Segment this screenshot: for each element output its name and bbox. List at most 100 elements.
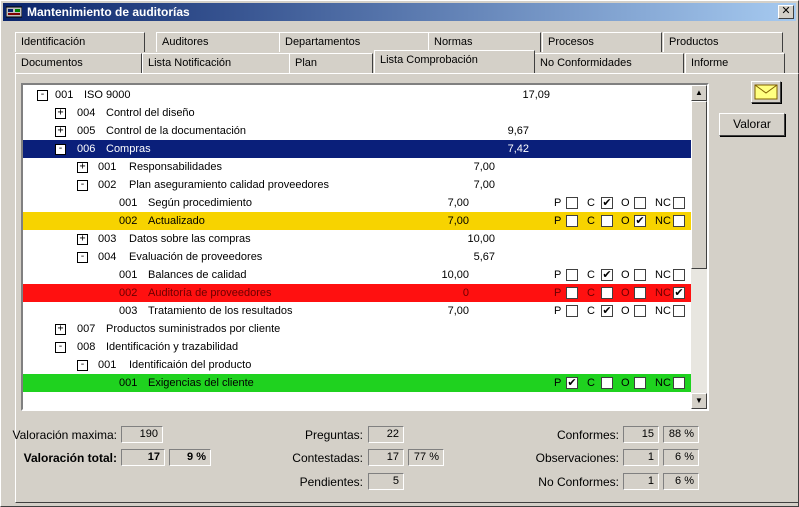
expand-icon[interactable]: +: [55, 108, 66, 119]
check-label-o: O: [621, 305, 630, 317]
checkbox-o[interactable]: [634, 305, 646, 317]
row-label: Responsabilidades: [129, 161, 222, 173]
check-label-o: O: [621, 215, 630, 227]
valoracion-total-value: 17: [121, 449, 165, 466]
tab-identificacion[interactable]: Identificación: [15, 32, 145, 52]
expand-icon[interactable]: +: [77, 234, 88, 245]
checkbox-c[interactable]: [601, 215, 613, 227]
checkbox-nc[interactable]: ✔: [673, 287, 685, 299]
check-label-c: C: [587, 215, 595, 227]
scroll-down-button[interactable]: ▼: [691, 393, 707, 409]
expand-icon[interactable]: +: [55, 126, 66, 137]
tree-row[interactable]: +007 Productos suministrados por cliente: [23, 320, 695, 338]
checkbox-p[interactable]: [566, 305, 578, 317]
check-label-p: P: [554, 269, 562, 281]
checkbox-p[interactable]: [566, 287, 578, 299]
checklist-tree[interactable]: -001 ISO 9000 17,09 +004 Control del diseño +…: [21, 83, 709, 411]
row-score: 7,00: [447, 197, 469, 209]
row-score: 17,09: [522, 89, 550, 101]
close-button[interactable]: ✕: [778, 5, 794, 19]
vertical-scrollbar[interactable]: ▲ ▼: [691, 85, 707, 409]
checkbox-o[interactable]: [634, 287, 646, 299]
checkbox-c[interactable]: ✔: [601, 305, 613, 317]
collapse-icon[interactable]: -: [37, 90, 48, 101]
collapse-icon[interactable]: -: [77, 360, 88, 371]
tree-row[interactable]: -001 Identificaión del producto: [23, 356, 695, 374]
tab-productos[interactable]: Productos: [663, 32, 783, 52]
row-label: Productos suministrados por cliente: [106, 323, 281, 335]
checkbox-c[interactable]: [601, 377, 613, 389]
valorar-button[interactable]: Valorar: [719, 113, 785, 136]
checkbox-p[interactable]: [566, 197, 578, 209]
tab-normas[interactable]: Normas: [428, 32, 541, 52]
tab-departamentos[interactable]: Departamentos: [279, 32, 429, 52]
checkbox-p[interactable]: ✔: [566, 377, 578, 389]
row-code: 002: [98, 179, 117, 191]
checkbox-o[interactable]: [634, 269, 646, 281]
tree-content: -001 ISO 9000 17,09 +004 Control del diseño +…: [23, 85, 695, 409]
tree-row[interactable]: -006 Compras 7,42: [23, 140, 695, 158]
observaciones-percent: 6 %: [663, 449, 699, 466]
row-label: Balances de calidad: [148, 269, 247, 281]
valoracion-maxima-value: 190: [121, 426, 163, 443]
tree-row[interactable]: -002 Plan aseguramiento calidad proveedor…: [23, 176, 695, 194]
tree-row[interactable]: 002 Actualizado 7,00 P C O ✔ NC: [23, 212, 695, 230]
mail-button[interactable]: [751, 81, 781, 103]
check-label-nc: NC: [655, 377, 671, 389]
row-code: 001: [98, 359, 117, 371]
tree-row[interactable]: -008 Identificación y trazabilidad: [23, 338, 695, 356]
preguntas-label: Preguntas:: [304, 428, 363, 442]
tab-plan[interactable]: Plan: [289, 53, 373, 73]
expand-icon[interactable]: +: [55, 324, 66, 335]
checkbox-nc[interactable]: [673, 197, 685, 209]
checkbox-nc[interactable]: [673, 269, 685, 281]
check-label-nc: NC: [655, 215, 671, 227]
tree-row[interactable]: +001 Responsabilidades 7,00: [23, 158, 695, 176]
checkbox-p[interactable]: [566, 269, 578, 281]
check-label-o: O: [621, 377, 630, 389]
pendientes-label: Pendientes:: [299, 475, 363, 489]
collapse-icon[interactable]: -: [77, 180, 88, 191]
checkbox-c[interactable]: ✔: [601, 269, 613, 281]
collapse-icon[interactable]: -: [55, 342, 66, 353]
checkbox-o[interactable]: [634, 197, 646, 209]
observaciones-label: Observaciones:: [535, 451, 619, 465]
expand-icon[interactable]: +: [77, 162, 88, 173]
contestadas-percent: 77 %: [408, 449, 444, 466]
tree-row[interactable]: 001 Según procedimiento 7,00 P C ✔ O NC: [23, 194, 695, 212]
checkbox-nc[interactable]: [673, 377, 685, 389]
checkbox-p[interactable]: [566, 215, 578, 227]
check-label-p: P: [554, 287, 562, 299]
tree-row[interactable]: +005 Control de la documentación 9,67: [23, 122, 695, 140]
tab-lista-comprobacion[interactable]: Lista Comprobación: [374, 50, 535, 73]
checkbox-c[interactable]: ✔: [601, 197, 613, 209]
tree-row[interactable]: 001 Exigencias del cliente P ✔ C O NC: [23, 374, 695, 392]
tab-documentos[interactable]: Documentos: [15, 53, 142, 73]
scroll-up-button[interactable]: ▲: [691, 85, 707, 101]
tree-row[interactable]: +003 Datos sobre las compras 10,00: [23, 230, 695, 248]
row-code: 001: [119, 269, 138, 281]
collapse-icon[interactable]: -: [55, 144, 66, 155]
tree-row[interactable]: -004 Evaluación de proveedores 5,67: [23, 248, 695, 266]
tree-row[interactable]: -001 ISO 9000 17,09: [23, 86, 695, 104]
checkbox-nc[interactable]: [673, 305, 685, 317]
contestadas-label: Contestadas:: [292, 451, 363, 465]
row-label: Identificación y trazabilidad: [106, 341, 239, 353]
tab-procesos[interactable]: Procesos: [542, 32, 662, 52]
checkbox-nc[interactable]: [673, 215, 685, 227]
checkbox-o[interactable]: [634, 377, 646, 389]
tab-informe[interactable]: Informe: [685, 53, 785, 73]
tab-lista-notificacion[interactable]: Lista Notificación: [142, 53, 290, 73]
collapse-icon[interactable]: -: [77, 252, 88, 263]
row-code: 001: [119, 197, 138, 209]
row-code: 002: [119, 215, 138, 227]
tree-row[interactable]: 003 Tratamiento de los resultados 7,00 P C ✔ O…: [23, 302, 695, 320]
checkbox-o[interactable]: ✔: [634, 215, 646, 227]
checkbox-c[interactable]: [601, 287, 613, 299]
scroll-thumb[interactable]: [691, 101, 707, 269]
tree-row[interactable]: 001 Balances de calidad 10,00 P C ✔ O NC: [23, 266, 695, 284]
tab-no-conformidades[interactable]: No Conformidades: [534, 53, 684, 73]
tab-auditores[interactable]: Auditores: [156, 32, 281, 52]
tree-row[interactable]: +004 Control del diseño: [23, 104, 695, 122]
tree-row[interactable]: 002 Auditoría de proveedores 0 P C O NC ✔: [23, 284, 695, 302]
